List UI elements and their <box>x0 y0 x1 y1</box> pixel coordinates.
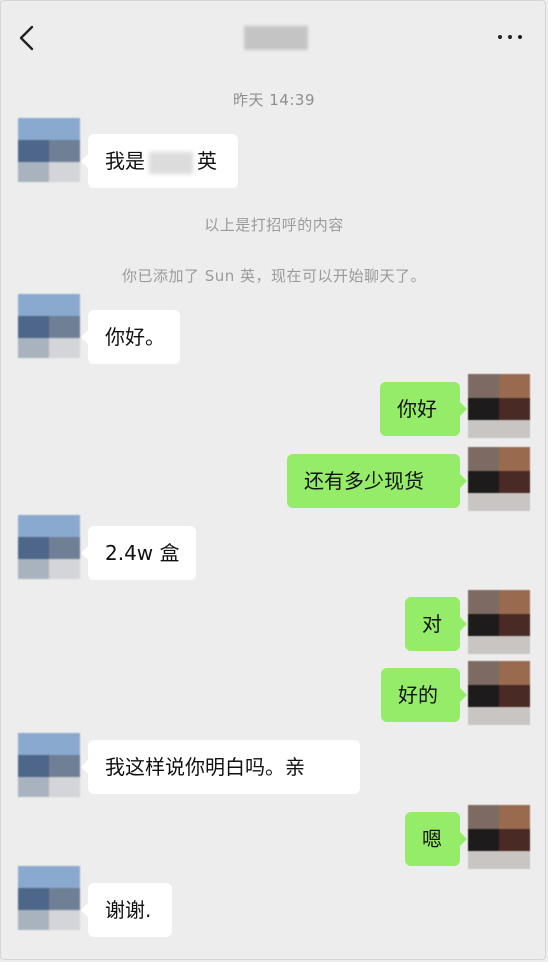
incoming-message: 我这样说你明白吗。亲 <box>81 740 360 794</box>
chat-title-redacted <box>244 26 308 50</box>
incoming-message: 2.4w 盒 <box>81 526 196 580</box>
message-text: 嗯 <box>422 827 442 851</box>
message-text: 对 <box>422 612 442 636</box>
my-avatar[interactable] <box>468 590 530 654</box>
contact-avatar[interactable] <box>18 733 80 797</box>
message-text: 还有多少现货 <box>304 469 424 493</box>
message-text: 我是 <box>105 149 145 173</box>
message-text: 英 <box>197 149 217 173</box>
message-text: 谢谢. <box>105 898 152 922</box>
contact-avatar[interactable] <box>18 866 80 930</box>
redacted-name <box>149 151 193 174</box>
message-text: 我这样说你明白吗。亲 <box>105 755 305 779</box>
incoming-message: 你好。 <box>81 310 180 364</box>
more-dots-icon[interactable] <box>496 28 524 44</box>
message-text: 好的 <box>398 683 438 707</box>
outgoing-message: 好的 <box>381 668 467 722</box>
chevron-left-icon[interactable] <box>16 24 40 52</box>
chat-header <box>0 0 548 78</box>
my-avatar[interactable] <box>468 447 530 511</box>
my-avatar[interactable] <box>468 661 530 725</box>
timestamp: 昨天 14:39 <box>233 91 315 109</box>
contact-avatar[interactable] <box>18 515 80 579</box>
incoming-message: 我是 英 <box>81 134 238 188</box>
outgoing-message: 你好 <box>380 382 467 436</box>
outgoing-message: 对 <box>405 597 467 651</box>
my-avatar[interactable] <box>468 805 530 869</box>
outgoing-message: 还有多少现货 <box>287 454 467 508</box>
incoming-message: 谢谢. <box>81 883 172 937</box>
system-message: 你已添加了 Sun 英，现在可以开始聊天了。 <box>121 267 427 285</box>
message-text: 你好。 <box>105 325 165 349</box>
contact-avatar[interactable] <box>18 118 80 182</box>
message-text: 你好 <box>397 397 437 421</box>
my-avatar[interactable] <box>468 374 530 438</box>
outgoing-message: 嗯 <box>405 812 467 866</box>
contact-avatar[interactable] <box>18 294 80 358</box>
message-text: 2.4w 盒 <box>105 541 180 565</box>
system-message: 以上是打招呼的内容 <box>204 216 344 234</box>
